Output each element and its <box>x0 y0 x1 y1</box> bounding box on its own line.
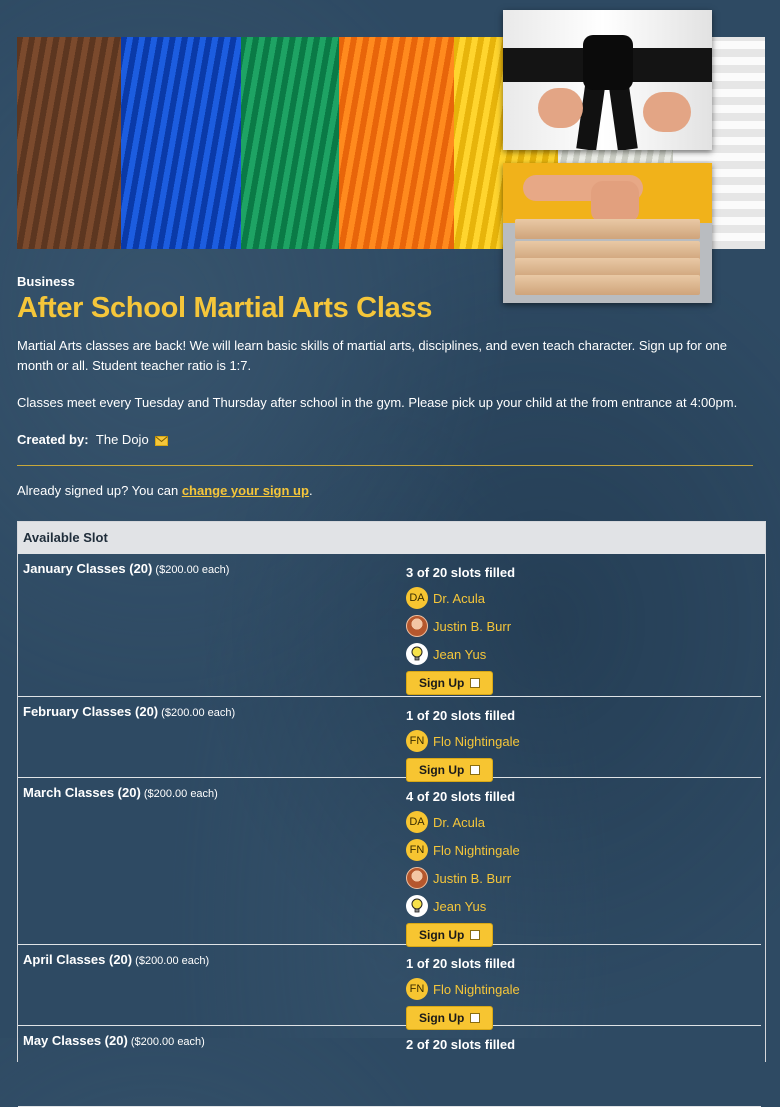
avatar <box>406 615 428 637</box>
lightbulb-avatar-icon <box>406 895 428 917</box>
slot-name: January Classes (20) ($200.00 each) <box>23 561 230 576</box>
sign-up-button[interactable]: Sign Up <box>406 671 494 695</box>
blue-belt <box>120 37 242 249</box>
checkbox-icon[interactable] <box>470 1013 481 1023</box>
participant-name[interactable]: Flo Nightingale <box>433 734 520 749</box>
participant-name[interactable]: Flo Nightingale <box>433 982 520 997</box>
participant: Justin B. Burr <box>406 866 520 890</box>
category-label: Business <box>17 274 75 289</box>
participant-name[interactable]: Justin B. Burr <box>433 871 511 886</box>
avatar: FN <box>406 978 428 1000</box>
slots-filled: 1 of 20 slots filled <box>406 956 516 971</box>
slots-filled: 1 of 20 slots filled <box>406 708 516 723</box>
checkbox-icon[interactable] <box>470 678 481 688</box>
board-break-photo <box>503 163 712 303</box>
participant: Justin B. Burr <box>406 614 515 638</box>
table-row: April Classes (20) ($200.00 each) 1 of 20… <box>18 945 761 1030</box>
participant-name[interactable]: Flo Nightingale <box>433 843 520 858</box>
table-row: January Classes (20) ($200.00 each) 3 of … <box>18 554 761 697</box>
black-belt-photo <box>503 10 712 150</box>
green-belt <box>241 37 340 249</box>
participant: DA Dr. Acula <box>406 810 520 834</box>
envelope-icon[interactable] <box>155 432 169 452</box>
participant: DA Dr. Acula <box>406 586 515 610</box>
avatar: DA <box>406 587 428 609</box>
participant: Jean Yus <box>406 642 515 666</box>
slot-name: April Classes (20) ($200.00 each) <box>23 952 210 967</box>
participant: FN Flo Nightingale <box>406 977 520 1001</box>
participant-name[interactable]: Jean Yus <box>433 647 486 662</box>
table-row: May Classes (20) ($200.00 each) 2 of 20 s… <box>18 1026 761 1107</box>
slot-price: ($200.00 each) <box>158 707 236 719</box>
schedule-text: Classes meet every Tuesday and Thursday … <box>17 395 738 410</box>
avatar: DA <box>406 811 428 833</box>
brown-belt <box>17 37 121 249</box>
participant-name[interactable]: Justin B. Burr <box>433 619 511 634</box>
slots-filled: 2 of 20 slots filled <box>406 1037 516 1052</box>
page-title: After School Martial Arts Class <box>17 292 433 324</box>
table-header: Available Slot <box>18 522 765 554</box>
slots-filled: 4 of 20 slots filled <box>406 789 516 804</box>
slots-table: Available Slot January Classes (20) ($20… <box>17 521 766 1107</box>
slot-name: March Classes (20) ($200.00 each) <box>23 785 218 800</box>
description: Martial Arts classes are back! We will l… <box>17 338 728 373</box>
created-by: Created by: The Dojo <box>17 430 169 452</box>
checkbox-icon[interactable] <box>470 930 481 940</box>
participant: FN Flo Nightingale <box>406 729 520 753</box>
slot-name: February Classes (20) ($200.00 each) <box>23 704 236 719</box>
avatar <box>406 867 428 889</box>
participant: Jean Yus <box>406 894 520 918</box>
slot-price: ($200.00 each) <box>152 564 230 576</box>
participant-name[interactable]: Dr. Acula <box>433 815 485 830</box>
table-row: February Classes (20) ($200.00 each) 1 of… <box>18 697 761 782</box>
divider <box>17 465 753 466</box>
participant-name[interactable]: Dr. Acula <box>433 591 485 606</box>
slot-name: May Classes (20) ($200.00 each) <box>23 1033 205 1048</box>
orange-belt <box>339 37 455 249</box>
lightbulb-avatar-icon <box>406 643 428 665</box>
slot-price: ($200.00 each) <box>132 955 210 967</box>
change-signup-link[interactable]: change your sign up <box>182 483 309 498</box>
participant: FN Flo Nightingale <box>406 838 520 862</box>
slot-price: ($200.00 each) <box>140 788 218 800</box>
avatar: FN <box>406 730 428 752</box>
created-by-label: Created by: <box>17 432 89 447</box>
sign-up-button[interactable]: Sign Up <box>406 923 494 947</box>
already-signed-up: Already signed up? You can change your s… <box>17 483 313 498</box>
checkbox-icon[interactable] <box>470 765 481 775</box>
table-row: March Classes (20) ($200.00 each) 4 of 20… <box>18 778 761 947</box>
slots-filled: 3 of 20 slots filled <box>406 565 516 580</box>
avatar: FN <box>406 839 428 861</box>
created-by-name: The Dojo <box>95 432 149 447</box>
participant-name[interactable]: Jean Yus <box>433 899 486 914</box>
